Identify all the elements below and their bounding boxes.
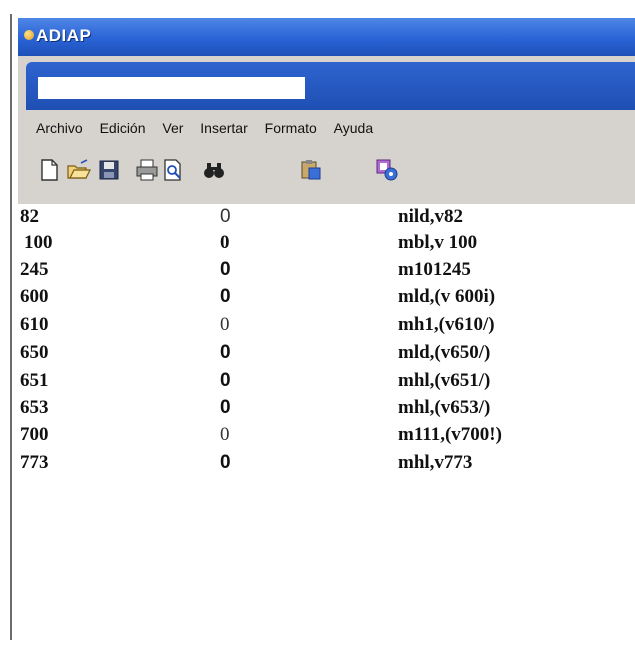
table-row: 773 0 mhl,v773 [20, 452, 620, 478]
title-bar: ADIAP [18, 18, 635, 56]
field-value: 0 [220, 314, 230, 335]
new-icon[interactable] [36, 157, 62, 183]
app-window: ADIAP Archivo Edición Ver Insertar Forma… [18, 18, 635, 204]
toolbar [36, 153, 626, 187]
app-icon [24, 30, 34, 40]
document-title-field[interactable] [38, 77, 305, 99]
field-value: 0 [220, 206, 231, 227]
table-row: 653 0 mhl,(v653/) [20, 397, 620, 423]
field-marker: m111,(v700!) [398, 424, 502, 445]
menu-ayuda[interactable]: Ayuda [334, 120, 373, 136]
print-preview-icon[interactable] [160, 157, 186, 183]
field-value: 0 [220, 452, 231, 473]
table-row: 245 0 m101245 [20, 259, 620, 285]
field-code: 650 [20, 342, 49, 363]
table-row: 700 0 m111,(v700!) [20, 424, 620, 450]
field-code: 651 [20, 370, 49, 391]
table-row: 651 0 mhl,(v651/) [20, 370, 620, 396]
field-code: 610 [20, 314, 49, 335]
field-code: 773 [20, 452, 49, 473]
menu-edicion[interactable]: Edición [100, 120, 146, 136]
menu-formato[interactable]: Formato [265, 120, 317, 136]
field-value: 0 [220, 370, 231, 391]
left-border-line [10, 14, 12, 640]
settings-icon[interactable] [374, 157, 400, 183]
field-value: 0 [220, 286, 231, 307]
field-value: 0 [220, 232, 230, 253]
field-marker: mh1,(v610/) [398, 314, 495, 335]
table-row: 600 0 mld,(v 600i) [20, 286, 620, 312]
field-code: 600 [20, 286, 49, 307]
field-marker: mbl,v 100 [398, 232, 478, 253]
field-code: 245 [20, 259, 49, 280]
field-marker: mhl,(v651/) [398, 370, 491, 391]
field-marker: mhl,v773 [398, 452, 473, 473]
field-value: 0 [220, 424, 230, 445]
field-marker: nild,v82 [398, 206, 463, 227]
field-code: 82 [20, 206, 39, 227]
print-icon[interactable] [134, 157, 160, 183]
field-marker: mld,(v650/) [398, 342, 491, 363]
field-marker: mhl,(v653/) [398, 397, 491, 418]
field-value: 0 [220, 259, 231, 280]
menu-archivo[interactable]: Archivo [36, 120, 83, 136]
field-code: 700 [20, 424, 49, 445]
menu-ver[interactable]: Ver [162, 120, 183, 136]
find-icon[interactable] [201, 157, 227, 183]
table-row: 650 0 mld,(v650/) [20, 342, 620, 368]
field-marker: m101245 [398, 259, 471, 280]
field-value: 0 [220, 397, 231, 418]
field-code: 653 [20, 397, 49, 418]
table-row: 82 0 nild,v82 [20, 206, 620, 232]
field-value: 0 [220, 342, 231, 363]
window-title: ADIAP [36, 26, 92, 45]
field-marker: mld,(v 600i) [398, 286, 496, 307]
open-icon[interactable] [66, 157, 92, 183]
paste-special-icon[interactable] [298, 157, 324, 183]
field-code: 100 [24, 232, 53, 253]
save-icon[interactable] [96, 157, 122, 183]
menu-insertar[interactable]: Insertar [200, 120, 247, 136]
table-row: 100 0 mbl,v 100 [20, 232, 620, 258]
table-row: 610 0 mh1,(v610/) [20, 314, 620, 340]
menu-bar: Archivo Edición Ver Insertar Formato Ayu… [36, 120, 386, 136]
document-bar [26, 62, 635, 110]
